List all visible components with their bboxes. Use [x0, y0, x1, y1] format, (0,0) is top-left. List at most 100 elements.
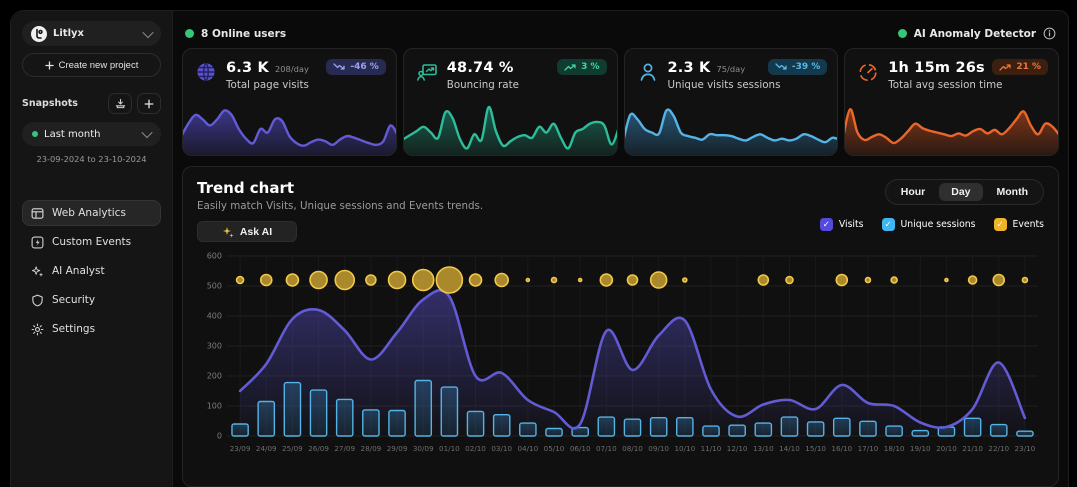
snapshot-date-range: 23-09-2024 to 23-10-2024: [22, 154, 161, 164]
trend-subtitle: Easily match Visits, Unique sessions and…: [197, 200, 483, 212]
plus-icon: [45, 61, 54, 70]
ask-ai-button[interactable]: Ask AI: [197, 221, 297, 242]
range-toggle: Hour Day Month: [885, 179, 1044, 205]
svg-text:23/10: 23/10: [1015, 444, 1036, 453]
tab-hour[interactable]: Hour: [889, 183, 938, 201]
trend-chart: 010020030040050060023/0924/0925/0926/092…: [197, 246, 1044, 474]
stat-card-unique-sessions: 2.3 K75/day Unique visits sessions -39 %: [624, 48, 839, 156]
stat-label: Bouncing rate: [447, 79, 520, 91]
sparkles-icon: [31, 265, 44, 278]
svg-text:19/10: 19/10: [910, 444, 931, 453]
trend-panel: Trend chart Easily match Visits, Unique …: [182, 166, 1059, 487]
svg-text:200: 200: [207, 372, 222, 381]
tab-day[interactable]: Day: [939, 183, 982, 201]
stat-card-session-time: 1h 15m 26s Total avg session time 21 %: [844, 48, 1059, 156]
create-project-button[interactable]: Create new project: [22, 53, 161, 77]
svg-text:500: 500: [207, 282, 222, 291]
checkbox-events: ✓: [994, 218, 1007, 231]
sidebar-item-custom-events[interactable]: Custom Events: [22, 229, 161, 255]
anomaly-status-dot: [898, 29, 907, 38]
svg-text:300: 300: [207, 342, 222, 351]
svg-text:18/10: 18/10: [884, 444, 905, 453]
sparkle-icon: [222, 226, 234, 238]
presentation-icon: [416, 61, 438, 83]
svg-text:01/10: 01/10: [439, 444, 460, 453]
stat-cards: 6.3 K208/day Total page visits -46 % 48.…: [182, 48, 1059, 156]
sidebar-item-security[interactable]: Security: [22, 287, 161, 313]
svg-text:22/10: 22/10: [988, 444, 1009, 453]
svg-text:02/10: 02/10: [465, 444, 486, 453]
svg-text:29/09: 29/09: [387, 444, 408, 453]
status-dot: [32, 131, 38, 137]
svg-text:03/10: 03/10: [491, 444, 512, 453]
stat-card-bouncing-rate: 48.74 % Bouncing rate 3 %: [403, 48, 618, 156]
legend-events[interactable]: ✓Events: [994, 218, 1044, 231]
litlyx-logo-icon: [31, 26, 47, 42]
svg-text:07/10: 07/10: [596, 444, 617, 453]
events-icon: [31, 236, 44, 249]
sidebar-item-web-analytics[interactable]: Web Analytics: [22, 200, 161, 226]
main-area: 8 Online users AI Anomaly Detector 6.3 K…: [173, 11, 1068, 487]
snapshot-add-button[interactable]: [137, 93, 161, 114]
plus-icon: [144, 99, 154, 109]
sidebar-item-settings[interactable]: Settings: [22, 316, 161, 342]
svg-text:15/10: 15/10: [805, 444, 826, 453]
stat-rate: 208/day: [275, 64, 309, 74]
online-users: 8 Online users: [185, 28, 286, 40]
legend-visits[interactable]: ✓Visits: [820, 218, 864, 231]
trend-badge: 3 %: [557, 59, 606, 75]
timer-icon: [857, 61, 879, 83]
svg-text:600: 600: [207, 252, 222, 261]
svg-text:24/09: 24/09: [256, 444, 277, 453]
svg-text:400: 400: [207, 312, 222, 321]
stat-value: 48.74 %: [447, 60, 514, 76]
snapshot-import-button[interactable]: [108, 93, 132, 114]
info-icon[interactable]: [1043, 27, 1056, 40]
sparkline-chart: [625, 101, 838, 155]
stat-rate: 75/day: [716, 64, 745, 74]
user-icon: [637, 61, 659, 83]
svg-text:30/09: 30/09: [413, 444, 434, 453]
sidebar-nav: Web Analytics Custom Events AI Analyst S…: [22, 200, 161, 342]
tab-month[interactable]: Month: [985, 183, 1041, 201]
shield-icon: [31, 294, 44, 307]
checkbox-unique-sessions: ✓: [882, 218, 895, 231]
checkbox-visits: ✓: [820, 218, 833, 231]
sidebar-item-ai-analyst[interactable]: AI Analyst: [22, 258, 161, 284]
trend-badge: -46 %: [326, 59, 385, 75]
project-name: Litlyx: [53, 28, 138, 39]
svg-text:16/10: 16/10: [831, 444, 852, 453]
svg-text:25/09: 25/09: [282, 444, 303, 453]
svg-text:08/10: 08/10: [622, 444, 643, 453]
svg-text:04/10: 04/10: [517, 444, 538, 453]
gear-icon: [31, 323, 44, 336]
app-window: Litlyx Create new project Snapshots Last…: [10, 10, 1069, 487]
svg-text:26/09: 26/09: [308, 444, 329, 453]
chevron-down-icon: [141, 127, 152, 138]
sidebar: Litlyx Create new project Snapshots Last…: [11, 11, 173, 487]
svg-text:12/10: 12/10: [727, 444, 748, 453]
svg-text:05/10: 05/10: [544, 444, 565, 453]
svg-text:27/09: 27/09: [334, 444, 355, 453]
stat-value: 1h 15m 26s: [888, 60, 985, 76]
svg-text:10/10: 10/10: [674, 444, 695, 453]
sparkline-chart: [845, 101, 1058, 155]
stat-label: Total avg session time: [888, 79, 1002, 91]
trending-up-icon: [999, 63, 1011, 71]
snapshot-period-value: Last month: [44, 129, 137, 140]
svg-text:17/10: 17/10: [858, 444, 879, 453]
chevron-down-icon: [142, 26, 153, 37]
svg-text:14/10: 14/10: [779, 444, 800, 453]
trending-up-icon: [564, 63, 576, 71]
stat-label: Total page visits: [226, 79, 309, 91]
snapshot-period-select[interactable]: Last month: [22, 122, 161, 146]
legend-unique-sessions[interactable]: ✓Unique sessions: [882, 218, 976, 231]
trending-down-icon: [775, 63, 787, 71]
svg-text:23/09: 23/09: [230, 444, 251, 453]
project-selector[interactable]: Litlyx: [22, 21, 161, 46]
svg-text:09/10: 09/10: [648, 444, 669, 453]
stat-label: Unique visits sessions: [668, 79, 781, 91]
trending-down-icon: [333, 63, 345, 71]
trend-badge: 21 %: [992, 59, 1048, 75]
stat-value: 2.3 K: [668, 60, 711, 76]
